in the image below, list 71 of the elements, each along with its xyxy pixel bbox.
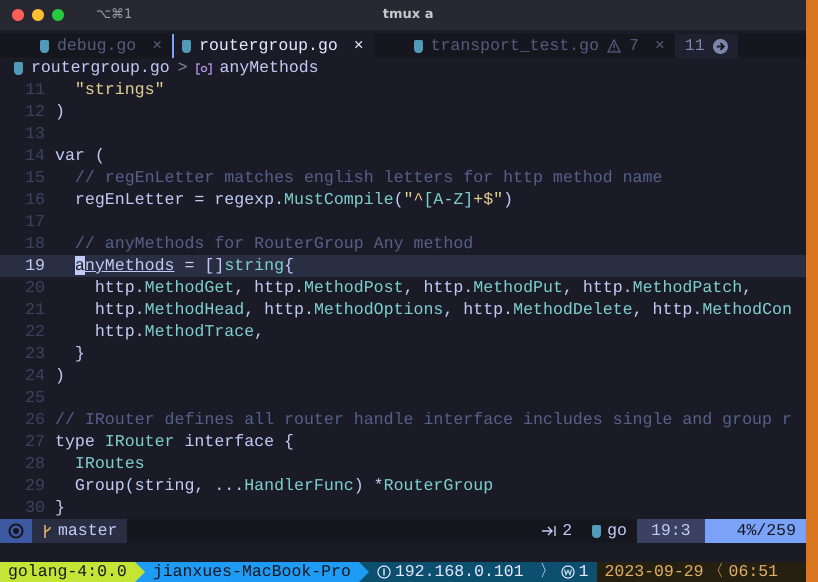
line-number: 25 (24, 387, 46, 409)
info-icon (376, 565, 391, 579)
breadcrumb-item[interactable]: anyMethods (220, 56, 319, 81)
breadcrumb-item[interactable]: routergroup.go (31, 56, 170, 81)
code-line: Group(string, ...HandlerFunc) *RouterGroup (74, 475, 494, 497)
code-line: http.MethodGet, http.MethodPost, http.MethodPut, http.MethodPatch, (94, 277, 752, 299)
code-line: type IRouter interface { (55, 431, 294, 453)
breadcrumb-separator: > (178, 57, 188, 80)
code-line: "strings" (74, 79, 165, 101)
indent-size: 2 (562, 520, 572, 542)
minimize-button[interactable] (32, 9, 44, 21)
line-number: 17 (24, 211, 46, 233)
shortcut-label: ⌥⌘1 (96, 6, 132, 24)
line-number: 16 (24, 189, 46, 211)
code-line: // IRouter defines all router handle interface includes single and group r (55, 409, 792, 431)
line-number: 26 (24, 409, 46, 431)
go-file-icon (40, 40, 49, 52)
cursor-position: 19:3 (636, 519, 705, 543)
branch-name: master (58, 520, 118, 542)
warning-icon (606, 39, 621, 53)
scroll-position: 4%/259 (704, 519, 806, 543)
code-line: anyMethods = []string{ (74, 255, 294, 277)
window-title: tmux a (382, 6, 434, 24)
line-number: 13 (24, 123, 46, 145)
line-number: 12 (24, 101, 46, 123)
line-number: 21 (24, 299, 46, 321)
arrow-circle-icon (712, 38, 728, 54)
window-icon (560, 565, 575, 579)
line-number: 29 (24, 475, 46, 497)
line-number: 19 (24, 255, 46, 277)
code-line: } (74, 343, 85, 365)
go-file-icon (182, 40, 192, 52)
code-line: var ( (55, 145, 105, 167)
time-label: 06:51 (728, 560, 778, 582)
code-line: http.MethodHead, http.MethodOptions, http.MethodDelete, http.MethodCon (94, 299, 792, 321)
line-number: 18 (24, 233, 46, 255)
indent-icon (542, 526, 556, 536)
line-number: 30 (24, 497, 46, 519)
line-number: 23 (24, 343, 46, 365)
line-number: 14 (24, 145, 46, 167)
code-line: ) (55, 365, 65, 387)
code-line: IRoutes (74, 453, 145, 475)
variable-icon (196, 62, 212, 74)
date-label: 2023-09-29 (604, 560, 704, 582)
window-number: 1 (578, 560, 589, 582)
editor-tab[interactable]: routergroup.go × (172, 34, 374, 58)
code-line: // anyMethods for RouterGroup Any method (74, 233, 474, 255)
line-number: 22 (24, 321, 46, 343)
separator-chevron: 〈 (708, 560, 725, 582)
line-number: 20 (24, 277, 46, 299)
code-line: } (55, 497, 65, 519)
line-number: 11 (24, 79, 46, 101)
code-line: http.MethodTrace, (94, 321, 264, 343)
line-number: 27 (24, 431, 46, 453)
code-line: // regEnLetter matches english letters for http method name (74, 167, 662, 189)
line-number: 24 (24, 365, 46, 387)
ip-address: 192.168.0.101 (394, 560, 524, 582)
separator-chevron: 〉 (540, 560, 557, 582)
code-line: ) (55, 101, 65, 123)
go-file-icon (14, 62, 23, 75)
mode-icon (8, 523, 24, 539)
branch-icon (42, 524, 52, 538)
go-file-icon (414, 40, 423, 52)
line-number: 28 (24, 453, 46, 475)
line-number: 15 (24, 167, 46, 189)
zoom-button[interactable] (52, 9, 64, 21)
go-file-icon (592, 524, 602, 538)
code-line: regEnLetter = regexp.MustCompile("^[A-Z]+$") (74, 189, 514, 211)
close-button[interactable] (12, 9, 24, 21)
file-type: go (607, 520, 627, 542)
tab-overflow-button[interactable]: 11 (674, 34, 738, 58)
